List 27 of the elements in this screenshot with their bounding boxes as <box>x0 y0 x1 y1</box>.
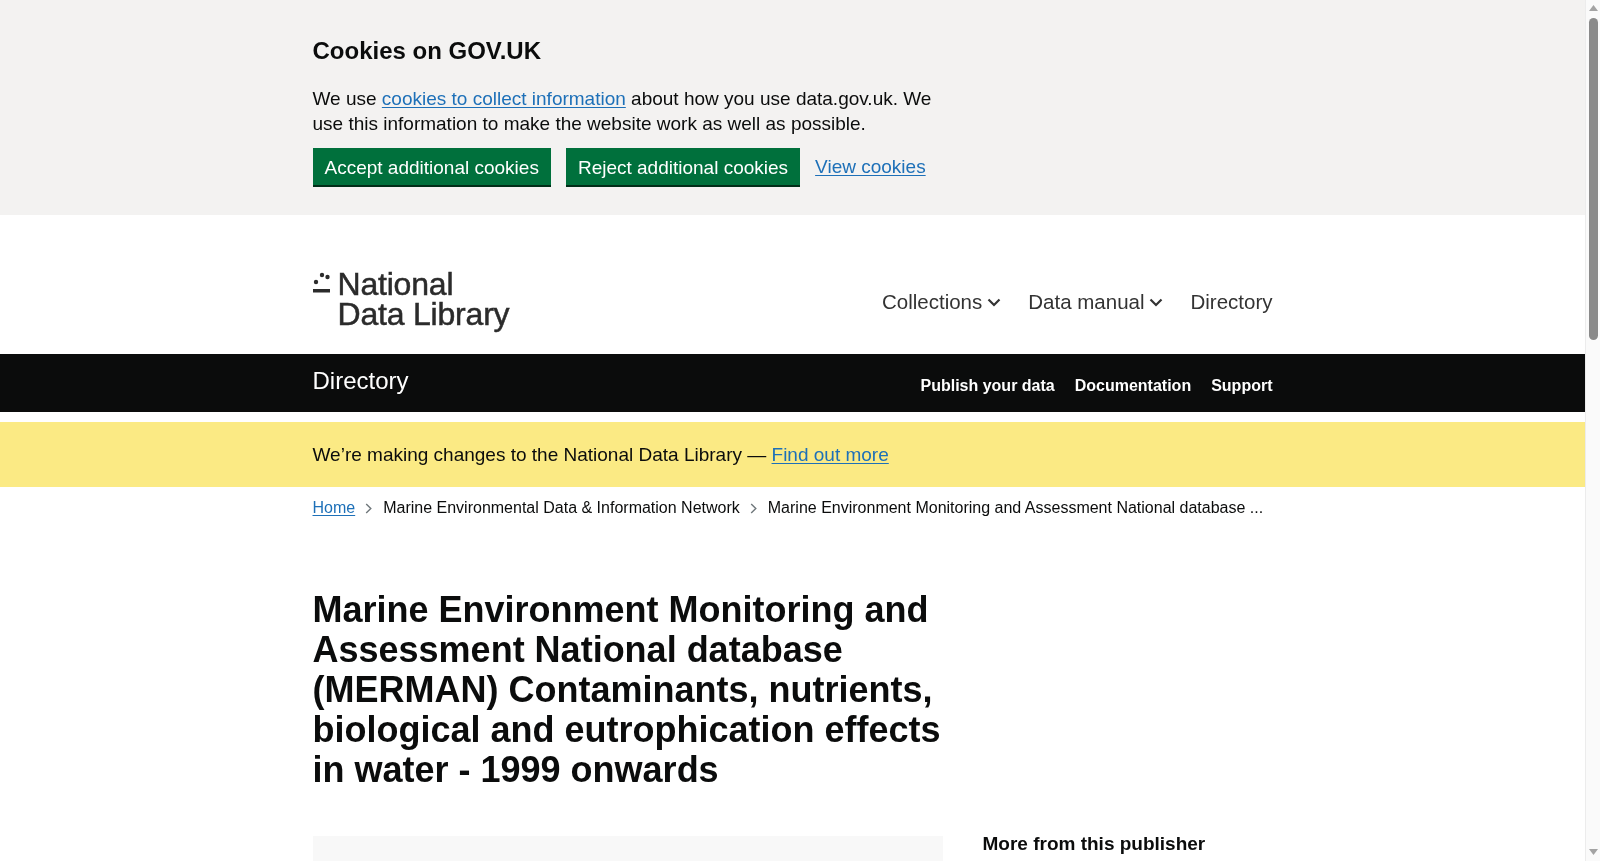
chevron-right-icon <box>365 502 373 514</box>
service-link[interactable]: Publish your data <box>920 376 1055 396</box>
notice-text: We’re making changes to the National Data Library — Find out more <box>312 443 889 467</box>
nav-dropdown[interactable]: Collections <box>881 290 1002 314</box>
scrollbar-thumb[interactable] <box>1588 18 1598 340</box>
cookie-button[interactable]: Reject additional cookies <box>565 148 801 185</box>
scrollbar[interactable] <box>1585 0 1600 861</box>
service-link[interactable]: Support <box>1211 376 1273 396</box>
nav-link[interactable]: Directory <box>1190 290 1273 314</box>
cookie-banner-title: Cookies on GOV.UK <box>312 36 541 66</box>
cookie-info-link[interactable]: cookies to collect information <box>381 88 626 109</box>
scroll-up-icon <box>1588 5 1598 11</box>
sidebar-heading: More from this publisher <box>982 832 1206 856</box>
nav-dropdown[interactable]: Data manual <box>1028 290 1164 314</box>
scroll-down-icon <box>1588 849 1598 855</box>
breadcrumb-item: Marine Environment Monitoring and Assessment National database ... <box>767 498 1264 518</box>
breadcrumb-link[interactable]: Home <box>312 498 356 518</box>
view-cookies-link[interactable]: View cookies <box>815 154 926 179</box>
service-link[interactable]: Documentation <box>1074 376 1192 396</box>
chevron-right-icon <box>749 502 757 514</box>
cookie-button[interactable]: Accept additional cookies <box>312 148 551 185</box>
find-out-more-link[interactable]: Find out more <box>771 444 889 465</box>
service-title: Directory <box>312 366 409 396</box>
dataset-title: Marine Environment Monitoring and Assessment National database (MERMAN) Contaminants, nutrients, biological and eutrophication effects in water - 1999 onwards <box>312 590 942 790</box>
cookie-message: We use cookies to collect information about how you use data.gov.uk. We use this information to make the website work as well as possible. <box>312 87 933 136</box>
breadcrumb-item: Marine Environmental Data & Information Network <box>383 498 740 518</box>
logo-icon <box>312 272 330 294</box>
